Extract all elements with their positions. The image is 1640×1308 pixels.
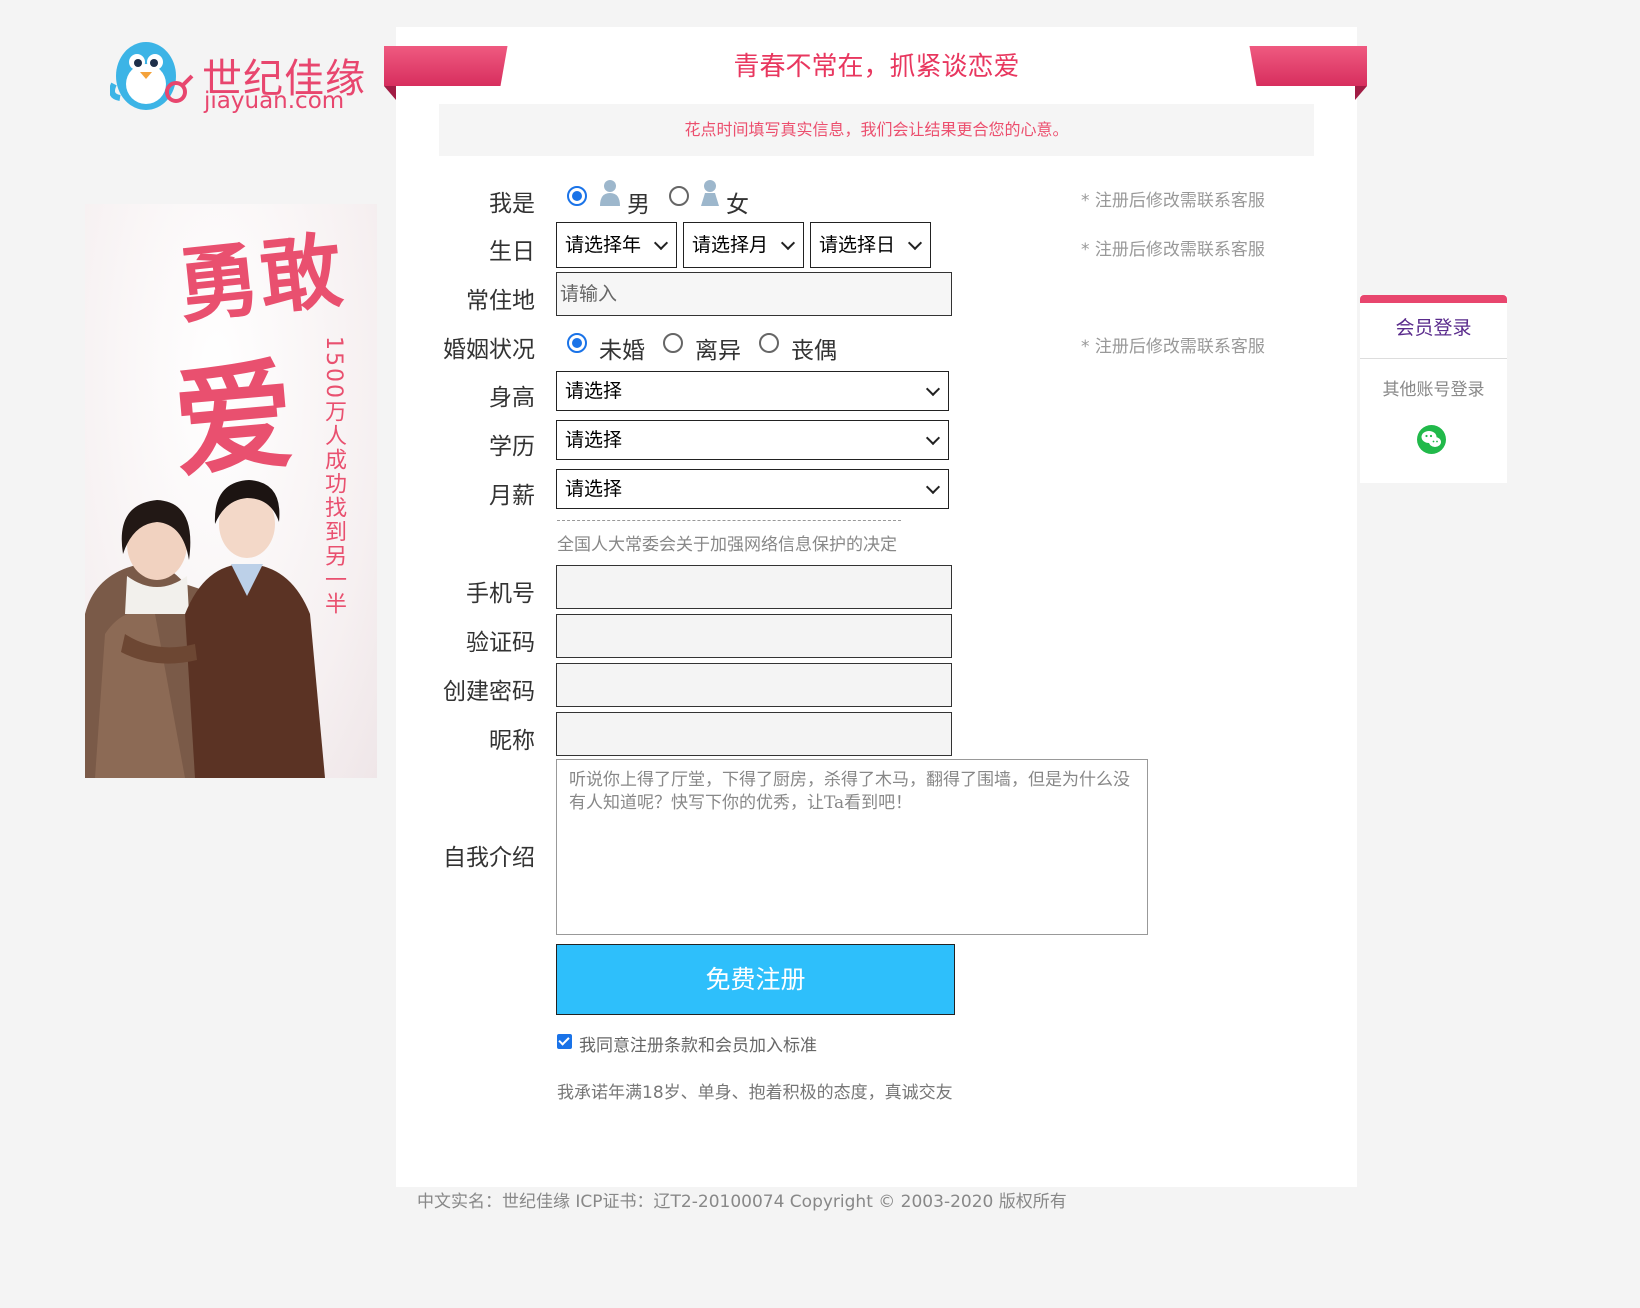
intro-textarea[interactable]: 听说你上得了厅堂，下得了厨房，杀得了木马，翻得了围墙，但是为什么没有人知道呢？快… (556, 759, 1148, 935)
nickname-label: 昵称 (489, 728, 535, 754)
marital-divorced-radio[interactable] (663, 333, 683, 353)
captcha-label: 验证码 (466, 630, 535, 656)
female-icon (701, 180, 719, 206)
residence-input[interactable]: 请输入 (556, 272, 952, 316)
intro-label: 自我介绍 (443, 845, 535, 871)
footer-copyright: 中文实名：世纪佳缘 ICP证书：辽T2-20100074 Copyright ©… (417, 1192, 1067, 1212)
age-promise-text: 我承诺年满18岁、单身、抱着积极的态度，真诚交友 (557, 1083, 953, 1103)
salary-select[interactable]: 请选择 (556, 469, 949, 509)
marital-single-label[interactable]: 未婚 (599, 331, 645, 365)
chevron-down-icon (780, 235, 796, 251)
education-select[interactable]: 请选择 (556, 420, 949, 460)
member-login-link[interactable]: 会员登录 (1360, 313, 1507, 340)
birthday-label: 生日 (489, 239, 535, 265)
chevron-down-icon (925, 430, 941, 446)
height-label: 身高 (489, 385, 535, 411)
login-divider (1360, 358, 1507, 359)
site-logo[interactable]: 世纪佳缘 jiayuan.com (110, 36, 370, 120)
agree-checkbox[interactable] (557, 1034, 572, 1049)
page-slogan: 青春不常在，抓紧谈恋爱 (733, 52, 1020, 82)
captcha-input[interactable] (556, 614, 952, 658)
chevron-down-icon (653, 235, 669, 251)
birth-year-select[interactable]: 请选择年 (556, 222, 677, 268)
salary-value: 请选择 (565, 478, 623, 500)
chevron-down-icon (925, 479, 941, 495)
other-login-label: 其他账号登录 (1382, 380, 1485, 400)
phone-input[interactable] (556, 565, 952, 609)
education-value: 请选择 (565, 429, 623, 451)
promo-banner[interactable]: 勇敢 爱 1500万人成功找到另一半 (85, 204, 377, 778)
logo-domain: jiayuan.com (204, 88, 345, 114)
login-panel-accent (1360, 295, 1507, 303)
gender-male-radio[interactable] (567, 186, 587, 206)
height-select[interactable]: 请选择 (556, 371, 949, 411)
marital-divorced-label[interactable]: 离异 (695, 331, 741, 365)
section-divider (557, 520, 901, 521)
birth-month-value: 请选择月 (692, 234, 769, 256)
password-input[interactable] (556, 663, 952, 707)
marital-widowed-label[interactable]: 丧偶 (791, 331, 837, 365)
banner-headline-2: 爱 (167, 343, 300, 495)
birth-day-select[interactable]: 请选择日 (810, 222, 931, 268)
gender-female-radio[interactable] (669, 186, 689, 206)
agree-terms-link[interactable]: 我同意注册条款和会员加入标准 (579, 1031, 817, 1056)
phone-label: 手机号 (466, 581, 535, 607)
marital-label: 婚姻状况 (443, 337, 535, 363)
password-label: 创建密码 (443, 679, 535, 705)
chevron-down-icon (925, 381, 941, 397)
banner-tagline: 1500万人成功找到另一半 (321, 336, 346, 616)
marital-hint: * 注册后修改需联系客服 (1081, 337, 1265, 357)
gender-hint: * 注册后修改需联系客服 (1081, 191, 1265, 211)
privacy-law-link[interactable]: 全国人大常委会关于加强网络信息保护的决定 (557, 530, 897, 555)
mascot-logo-icon (110, 42, 194, 110)
male-icon (600, 180, 620, 206)
register-button[interactable]: 免费注册 (556, 944, 955, 1015)
height-value: 请选择 (565, 380, 623, 402)
wechat-icon[interactable] (1417, 425, 1446, 454)
gender-female-label[interactable]: 女 (726, 185, 749, 219)
gender-label: 我是 (489, 191, 535, 217)
education-label: 学历 (489, 434, 535, 460)
gender-male-label[interactable]: 男 (627, 185, 650, 219)
chevron-down-icon (907, 235, 923, 251)
marital-single-radio[interactable] (567, 333, 587, 353)
login-panel: 会员登录 其他账号登录 (1360, 295, 1507, 483)
form-notice: 花点时间填写真实信息，我们会让结果更合您的心意。 (439, 104, 1314, 156)
salary-label: 月薪 (489, 483, 535, 509)
residence-label: 常住地 (466, 288, 535, 314)
birth-day-value: 请选择日 (819, 234, 896, 256)
birthday-hint: * 注册后修改需联系客服 (1081, 240, 1265, 260)
birth-year-value: 请选择年 (565, 234, 642, 256)
nickname-input[interactable] (556, 712, 952, 756)
marital-widowed-radio[interactable] (759, 333, 779, 353)
birth-month-select[interactable]: 请选择月 (683, 222, 804, 268)
